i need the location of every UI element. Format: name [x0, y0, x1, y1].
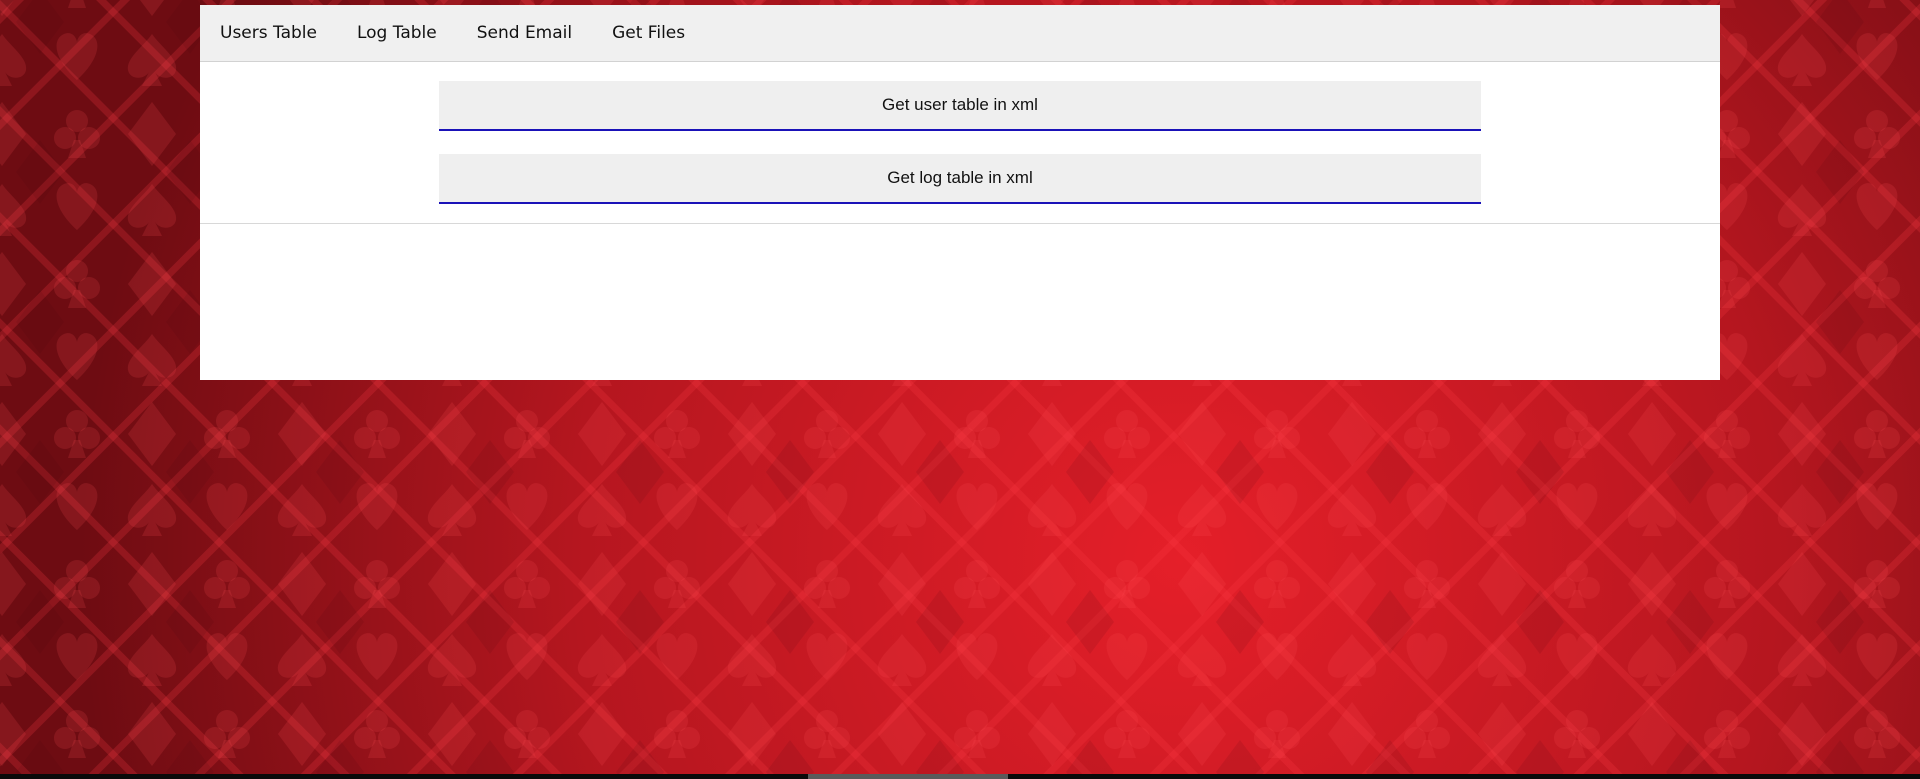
- nav-item-users-table[interactable]: Users Table: [206, 5, 331, 61]
- main-panel: Users Table Log Table Send Email Get Fil…: [200, 5, 1720, 380]
- get-user-table-xml-button[interactable]: Get user table in xml: [439, 81, 1481, 131]
- bottom-scrollbar[interactable]: [0, 774, 1920, 779]
- nav-item-get-files[interactable]: Get Files: [598, 5, 699, 61]
- get-log-table-xml-button[interactable]: Get log table in xml: [439, 154, 1481, 204]
- xml-actions: Get user table in xml Get log table in x…: [200, 62, 1720, 224]
- nav-item-log-table[interactable]: Log Table: [343, 5, 451, 61]
- top-navigation: Users Table Log Table Send Email Get Fil…: [200, 5, 1720, 62]
- scrollbar-thumb[interactable]: [808, 774, 1008, 779]
- nav-item-send-email[interactable]: Send Email: [463, 5, 586, 61]
